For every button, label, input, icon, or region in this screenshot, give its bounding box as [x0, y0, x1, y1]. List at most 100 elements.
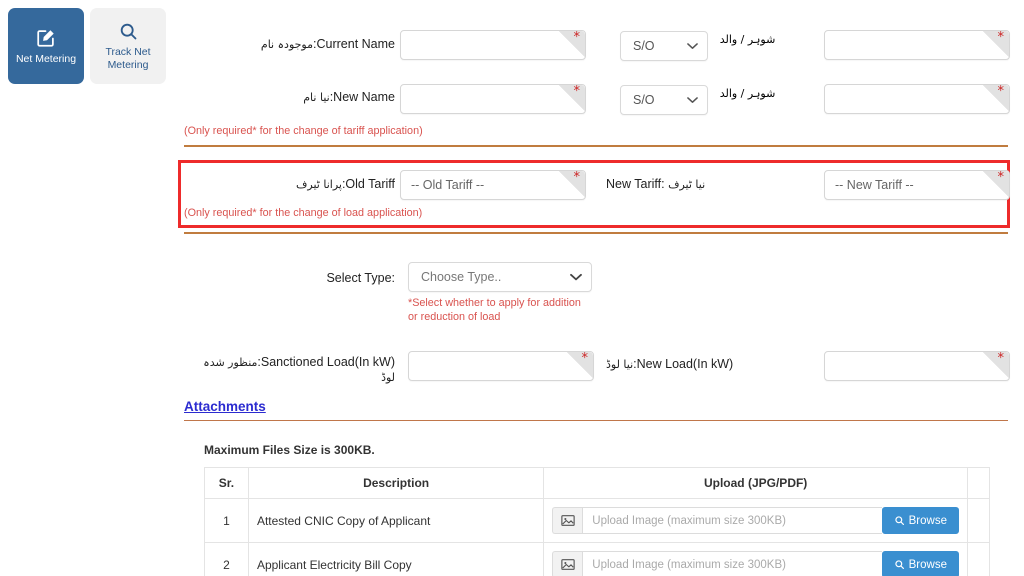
old-tariff-selected-value: -- Old Tariff -- — [411, 178, 485, 192]
file-uploader[interactable]: Upload Image (maximum size 300KB) Browse — [552, 551, 959, 576]
new-load-input[interactable] — [825, 352, 1009, 380]
column-header-sr: Sr. — [204, 467, 249, 499]
table-row: 2 Applicant Electricity Bill Copy Upload… — [204, 542, 990, 576]
current-name-label-urdu: موجودہ نام — [260, 38, 314, 51]
sanctioned-load-input-wrap[interactable]: * — [408, 351, 594, 381]
new-relation-select[interactable]: S/O — [620, 85, 708, 115]
row-description: Attested CNIC Copy of Applicant — [247, 498, 545, 543]
new-name-input[interactable] — [401, 85, 585, 113]
new-name-label-en: :New Name — [329, 90, 395, 104]
page-root: Net Metering Track Net Metering موجودہ ن… — [0, 0, 1024, 576]
sidebar-item-track-net-metering[interactable]: Track Net Metering — [90, 8, 166, 84]
load-application-note: (Only required* for the change of load a… — [184, 207, 423, 219]
image-icon — [552, 507, 583, 534]
select-type-selected-value: Choose Type.. — [421, 270, 502, 284]
required-asterisk: * — [573, 30, 581, 45]
browse-button-label: Browse — [908, 514, 947, 527]
new-tariff-selected-value: -- New Tariff -- — [835, 178, 914, 192]
new-name-input-wrap[interactable]: * — [400, 84, 586, 114]
old-tariff-select[interactable]: * -- Old Tariff -- — [400, 170, 586, 200]
new-relation-value: S/O — [633, 93, 655, 107]
upload-placeholder: Upload Image (maximum size 300KB) — [582, 507, 882, 534]
required-asterisk: * — [581, 351, 589, 366]
row-sr: 1 — [204, 498, 249, 543]
column-header-spacer — [967, 467, 990, 499]
attachments-table: Sr. Description Upload (JPG/PDF) 1 Attes… — [204, 467, 990, 576]
required-asterisk: * — [997, 30, 1005, 45]
column-header-description: Description — [247, 467, 545, 499]
browse-button[interactable]: Browse — [881, 551, 959, 576]
row-description: Applicant Electricity Bill Copy — [247, 542, 545, 576]
file-uploader[interactable]: Upload Image (maximum size 300KB) Browse — [552, 507, 959, 534]
row-upload-cell: Upload Image (maximum size 300KB) Browse — [543, 542, 968, 576]
sidebar-item-net-metering[interactable]: Net Metering — [8, 8, 84, 84]
row-spacer — [967, 498, 990, 543]
image-icon — [552, 551, 583, 576]
sanctioned-load-input[interactable] — [409, 352, 593, 380]
required-asterisk: * — [997, 84, 1005, 99]
required-asterisk: * — [997, 351, 1005, 366]
current-relation-label: شوہر / والد — [715, 30, 780, 48]
row-spacer — [967, 542, 990, 576]
chevron-down-icon — [570, 270, 582, 284]
max-file-size-text: Maximum Files Size is 300KB. — [204, 443, 375, 457]
required-asterisk: * — [573, 84, 581, 99]
sidebar-item-label: Net Metering — [15, 52, 77, 65]
new-load-label: نیا لوڈ:New Load(In kW) — [606, 356, 786, 373]
new-load-label-urdu: نیا لوڈ — [606, 358, 634, 371]
table-header-row: Sr. Description Upload (JPG/PDF) — [204, 467, 990, 499]
chevron-down-icon — [687, 39, 698, 53]
current-name-input-wrap[interactable]: * — [400, 30, 586, 60]
new-name-label: نیا نام:New Name — [170, 89, 395, 106]
select-type-hint: *Select whether to apply for addition or… — [408, 297, 581, 324]
current-relation-select[interactable]: S/O — [620, 31, 708, 61]
new-load-input-wrap[interactable]: * — [824, 351, 1010, 381]
new-relation-name-input[interactable] — [825, 85, 1009, 113]
sidebar-item-label: Track Net Metering — [105, 46, 151, 71]
new-relation-name-input-wrap[interactable]: * — [824, 84, 1010, 114]
old-tariff-label-urdu: پرانا ٹیرف — [296, 178, 342, 191]
sanctioned-load-label-en: :Sanctioned Load(In kW) — [257, 355, 395, 369]
new-tariff-select[interactable]: * -- New Tariff -- — [824, 170, 1010, 200]
select-type-label-text: Select Type: — [326, 271, 395, 285]
new-name-label-urdu: نیا نام — [303, 91, 330, 104]
browse-button[interactable]: Browse — [881, 507, 959, 534]
upload-placeholder: Upload Image (maximum size 300KB) — [582, 551, 882, 576]
current-relation-name-input[interactable] — [825, 31, 1009, 59]
row-upload-cell: Upload Image (maximum size 300KB) Browse — [543, 498, 968, 543]
old-tariff-label-en: :Old Tariff — [341, 177, 395, 191]
current-relation-label-urdu: شوہر / والد — [719, 33, 776, 46]
current-name-input[interactable] — [401, 31, 585, 59]
divider-below-attachments-heading — [184, 420, 1008, 421]
column-header-upload: Upload (JPG/PDF) — [543, 467, 968, 499]
sanctioned-load-label-urdu-line1: منظور شدہ — [203, 356, 258, 369]
search-icon — [118, 21, 139, 42]
tariff-application-note: (Only required* for the change of tariff… — [184, 125, 423, 137]
required-asterisk: * — [573, 170, 581, 185]
new-tariff-label: New Tariff: نیا ٹیرف — [606, 176, 771, 193]
row-sr: 2 — [204, 542, 249, 576]
new-tariff-label-en: New Tariff: — [606, 177, 665, 191]
current-relation-value: S/O — [633, 39, 655, 53]
select-type-label: Select Type: — [170, 270, 395, 287]
current-name-label-en: :Current Name — [313, 37, 395, 51]
chevron-down-icon — [687, 93, 698, 107]
new-relation-label: شوہر / والد — [715, 84, 780, 102]
current-name-label: موجودہ نام:Current Name — [170, 36, 395, 53]
new-tariff-label-urdu: نیا ٹیرف — [668, 178, 706, 191]
divider-below-tariff — [184, 232, 1008, 234]
select-type-dropdown[interactable]: Choose Type.. — [408, 262, 592, 292]
browse-button-label: Browse — [908, 558, 947, 571]
divider-above-tariff — [184, 145, 1008, 147]
required-asterisk: * — [997, 170, 1005, 185]
old-tariff-label: پرانا ٹیرف:Old Tariff — [170, 176, 395, 193]
attachments-heading: Attachments — [184, 399, 266, 414]
new-load-label-en: :New Load(In kW) — [633, 357, 734, 371]
new-relation-label-urdu: شوہر / والد — [719, 87, 776, 100]
sidebar: Net Metering Track Net Metering — [0, 0, 170, 576]
net-metering-form: موجودہ نام:Current Name * S/O شوہر / وال… — [170, 0, 1024, 576]
sanctioned-load-label-urdu-line2: لوڈ — [381, 370, 395, 384]
edit-square-icon — [35, 27, 57, 49]
current-relation-name-input-wrap[interactable]: * — [824, 30, 1010, 60]
table-row: 1 Attested CNIC Copy of Applicant Upload… — [204, 498, 990, 543]
